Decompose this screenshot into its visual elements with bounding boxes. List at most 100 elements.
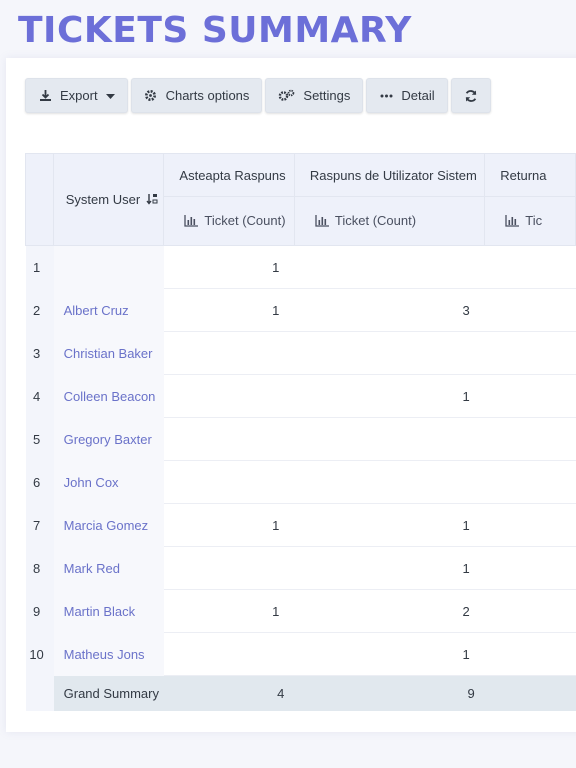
table-row: 3 Christian Baker — [25, 331, 576, 375]
cell-value — [484, 546, 576, 590]
row-index: 4 — [25, 374, 54, 418]
measure-header: Tic — [484, 196, 576, 246]
charts-options-label: Charts options — [165, 88, 250, 103]
export-label: Export — [60, 88, 98, 103]
cell-value: 1 — [294, 503, 485, 547]
row-index: 9 — [25, 589, 54, 633]
gears-icon — [278, 89, 295, 103]
cell-value — [163, 374, 295, 418]
table-row: 1 1 — [25, 245, 576, 289]
measure-header: Ticket (Count) — [163, 196, 295, 246]
user-link[interactable]: Colleen Beacon — [53, 374, 164, 418]
cell-value: 1 — [163, 245, 295, 289]
cell-value — [163, 417, 295, 461]
table-row: 9 Martin Black 1 2 — [25, 589, 576, 633]
cell-value — [484, 589, 576, 633]
caret-down-icon — [105, 88, 115, 103]
download-icon — [38, 89, 52, 103]
cell-value — [294, 417, 485, 461]
row-index: 8 — [25, 546, 54, 590]
user-link[interactable]: Christian Baker — [53, 331, 164, 375]
grand-summary-label: Grand Summary — [53, 675, 164, 711]
user-link[interactable]: Marcia Gomez — [53, 503, 164, 547]
cell-value: 1 — [294, 546, 485, 590]
cell-value — [484, 374, 576, 418]
bar-chart-icon — [505, 214, 520, 230]
row-index: 7 — [25, 503, 54, 547]
summary-value: 9 — [294, 675, 485, 711]
cell-value — [294, 245, 485, 289]
table-row: 6 John Cox — [25, 460, 576, 504]
row-index: 6 — [25, 460, 54, 504]
cell-value — [484, 331, 576, 375]
cell-value — [484, 417, 576, 461]
cell-value — [294, 331, 485, 375]
ellipsis-icon — [379, 89, 393, 103]
detail-label: Detail — [401, 88, 435, 103]
sort-icon[interactable] — [146, 193, 158, 208]
detail-button[interactable]: Detail — [366, 78, 448, 113]
cell-value: 3 — [294, 288, 485, 332]
row-index: 2 — [25, 288, 54, 332]
measure-header: Ticket (Count) — [293, 196, 486, 246]
export-button[interactable]: Export — [25, 78, 128, 113]
user-link[interactable]: John Cox — [53, 460, 164, 504]
summary-value: 4 — [163, 675, 295, 711]
table-row: 2 Albert Cruz 1 3 — [25, 288, 576, 332]
gear-icon — [144, 89, 158, 103]
settings-button[interactable]: Settings — [265, 78, 364, 113]
table-row: 4 Colleen Beacon 1 — [25, 374, 576, 418]
toolbar: Export Charts options Settings Detail — [25, 78, 491, 113]
refresh-button[interactable] — [450, 78, 491, 113]
user-link[interactable]: Martin Black — [53, 589, 164, 633]
table-row: 10 Matheus Jons 1 — [25, 632, 576, 676]
page-title: TICKETS SUMMARY — [18, 10, 412, 51]
summary-value — [484, 675, 576, 711]
cell-value: 1 — [294, 374, 485, 418]
summary-index-cell — [25, 675, 54, 711]
refresh-icon — [464, 89, 478, 103]
table-row: 7 Marcia Gomez 1 1 — [25, 503, 576, 547]
cell-value: 1 — [294, 632, 485, 676]
row-index: 3 — [25, 331, 54, 375]
column-header[interactable]: Asteapta Raspuns — [163, 153, 295, 197]
column-header[interactable]: Returna — [484, 153, 576, 197]
cell-value: 1 — [163, 589, 295, 633]
row-index: 10 — [25, 632, 54, 676]
settings-label: Settings — [303, 88, 351, 103]
measure-label: Ticket (Count) — [334, 212, 417, 228]
pivot-table: System User Asteapta Raspuns Raspuns de … — [24, 153, 576, 711]
cell-value — [163, 546, 295, 590]
user-link[interactable]: Gregory Baxter — [53, 417, 164, 461]
cell-value — [484, 460, 576, 504]
cell-value — [163, 460, 295, 504]
measure-label: Tic — [525, 212, 543, 228]
bar-chart-icon — [315, 214, 329, 230]
column-header[interactable]: Raspuns de Utilizator Sistem — [293, 153, 486, 197]
bar-chart-icon — [184, 214, 199, 230]
cell-value — [484, 632, 576, 676]
grand-summary-row: Grand Summary 4 9 — [25, 675, 576, 711]
user-link[interactable]: Albert Cruz — [53, 288, 164, 332]
user-link[interactable]: Mark Red — [53, 546, 164, 590]
measure-label: Ticket (Count) — [204, 212, 286, 228]
cell-value — [484, 245, 576, 289]
cell-value — [484, 503, 576, 547]
cell-value — [163, 331, 295, 375]
corner-cell — [24, 153, 55, 246]
table-row: 5 Gregory Baxter — [25, 417, 576, 461]
row-index: 1 — [25, 245, 54, 289]
cell-value — [294, 460, 485, 504]
cell-value: 1 — [163, 503, 295, 547]
cell-value — [163, 632, 295, 676]
system-user-header-label: System User — [65, 191, 141, 207]
row-index: 5 — [25, 417, 54, 461]
table-row: 8 Mark Red 1 — [25, 546, 576, 590]
system-user-header[interactable]: System User — [53, 153, 165, 246]
cell-value: 1 — [163, 288, 295, 332]
cell-value — [484, 288, 576, 332]
cell-value: 2 — [294, 589, 485, 633]
charts-options-button[interactable]: Charts options — [130, 78, 263, 113]
user-link[interactable]: Matheus Jons — [53, 632, 164, 676]
user-link[interactable] — [53, 245, 164, 289]
